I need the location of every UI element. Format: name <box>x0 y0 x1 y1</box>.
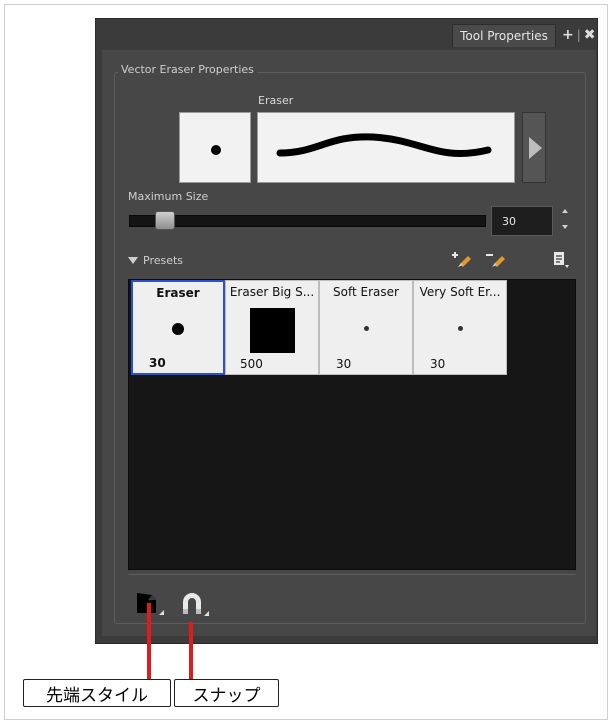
divider <box>128 574 576 575</box>
magnet-icon <box>183 593 209 616</box>
group-title: Vector Eraser Properties <box>118 63 257 76</box>
maximum-size-slider[interactable] <box>129 215 486 227</box>
brush-tip-icon <box>172 323 184 335</box>
preset-name: Soft Eraser <box>333 285 399 299</box>
stepper-up-icon[interactable] <box>562 209 568 213</box>
tab-title: Tool Properties <box>460 29 548 43</box>
tip-style-button[interactable] <box>136 590 166 618</box>
stepper-down-icon[interactable] <box>562 225 568 229</box>
new-preset-icon[interactable] <box>452 250 472 268</box>
brush-tip-icon <box>458 326 463 331</box>
preset-name: Eraser Big S... <box>229 285 315 299</box>
play-arrow-icon <box>529 137 542 159</box>
tip-style-icon <box>137 593 164 615</box>
snap-button[interactable] <box>180 590 210 618</box>
snap-callout-text: スナップ <box>192 685 261 706</box>
presets-list[interactable]: Eraser 30 Eraser Big S... 500 Soft Erase… <box>128 279 576 570</box>
window-controls: + | ✖ <box>562 24 596 46</box>
tab-tool-properties[interactable]: Tool Properties <box>452 24 556 47</box>
maximum-size-label: Maximum Size <box>128 190 209 203</box>
preset-size: 30 <box>430 357 446 371</box>
preset-size: 30 <box>336 357 352 371</box>
snap-callout-line <box>189 622 193 679</box>
tip-preview <box>179 112 251 183</box>
stroke-preview-next-button[interactable] <box>522 112 546 183</box>
stroke-preview <box>257 112 515 183</box>
separator: | <box>576 28 581 42</box>
maximum-size-stepper[interactable] <box>561 207 571 235</box>
tip-style-callout-label: 先端スタイル <box>23 679 171 707</box>
preset-size: 500 <box>240 357 263 371</box>
preset-soft-eraser[interactable]: Soft Eraser 30 <box>319 280 413 375</box>
tip-dot-icon <box>211 145 221 155</box>
preset-menu-icon[interactable] <box>552 250 572 268</box>
presets-header[interactable]: Presets <box>128 253 183 267</box>
preset-name: Very Soft Er... <box>419 285 501 299</box>
collapse-arrow-icon[interactable] <box>128 256 138 264</box>
tip-style-callout-line <box>147 603 151 679</box>
preset-eraser-big[interactable]: Eraser Big S... 500 <box>225 280 319 375</box>
preset-name: Eraser <box>156 286 200 300</box>
close-icon[interactable]: ✖ <box>584 28 596 42</box>
add-view-icon[interactable]: + <box>562 28 574 42</box>
brush-tip-icon <box>250 308 295 353</box>
tip-style-callout-text: 先端スタイル <box>46 685 148 706</box>
brush-tip-icon <box>364 326 369 331</box>
preset-eraser[interactable]: Eraser 30 <box>131 280 225 375</box>
preset-very-soft-eraser[interactable]: Very Soft Er... 30 <box>413 280 507 375</box>
maximum-size-field[interactable]: 30 <box>491 206 553 236</box>
preset-size: 30 <box>149 356 166 370</box>
presets-label: Presets <box>143 253 184 267</box>
maximum-size-slider-handle[interactable] <box>155 211 175 230</box>
delete-preset-icon[interactable] <box>486 250 506 268</box>
eraser-preview-label: Eraser <box>258 94 294 107</box>
stroke-preview-icon <box>276 133 492 157</box>
snap-callout-label: スナップ <box>174 679 279 707</box>
